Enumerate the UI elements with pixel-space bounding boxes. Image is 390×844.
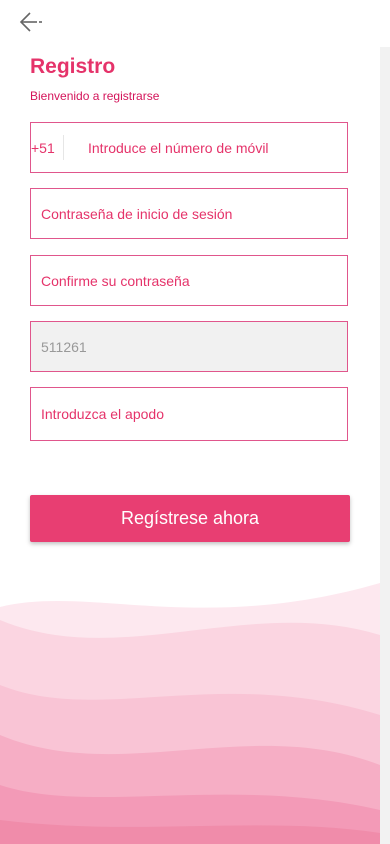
arrow-left-icon: [19, 12, 42, 32]
register-button[interactable]: Regístrese ahora: [30, 495, 350, 542]
back-button[interactable]: [18, 10, 46, 34]
decorative-waves: [0, 583, 380, 844]
invite-code-field: [30, 321, 348, 372]
password-input[interactable]: [41, 189, 331, 238]
nickname-input[interactable]: [41, 388, 331, 440]
right-edge-strip: [380, 47, 390, 844]
phone-input[interactable]: [88, 123, 338, 172]
password-field[interactable]: [30, 188, 348, 239]
prefix-divider: [63, 135, 64, 160]
page-title: Registro: [30, 55, 116, 78]
confirm-password-field[interactable]: [30, 255, 348, 306]
phone-field[interactable]: +51: [30, 122, 348, 173]
page-subtitle: Bienvenido a registrarse: [30, 89, 160, 103]
phone-prefix[interactable]: +51: [31, 140, 55, 156]
nickname-field[interactable]: [30, 387, 348, 441]
invite-code-input: [41, 322, 331, 371]
confirm-password-input[interactable]: [41, 256, 331, 305]
